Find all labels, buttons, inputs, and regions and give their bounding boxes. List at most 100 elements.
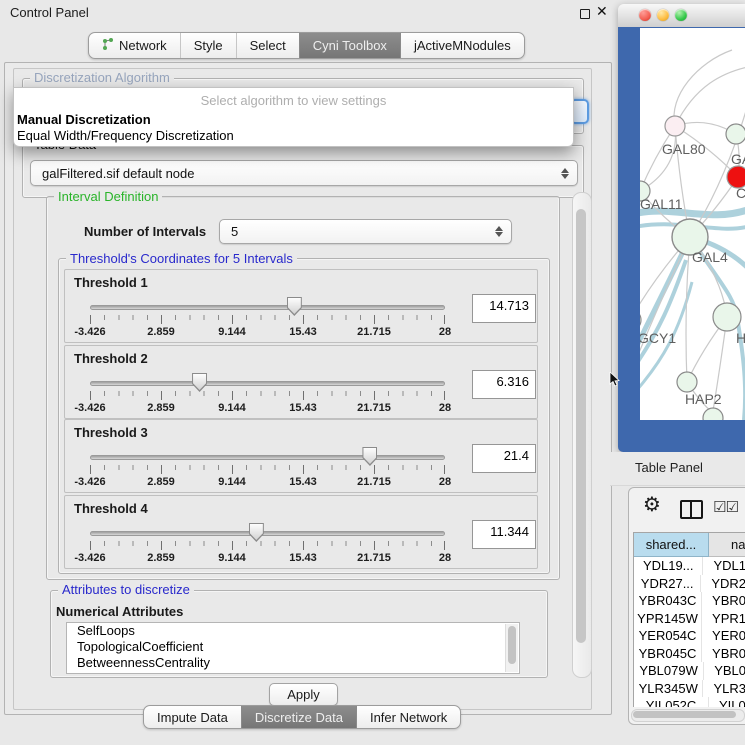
tab-jactivemnodules[interactable]: jActiveMNodules [400,33,524,58]
tab-select[interactable]: Select [236,33,299,58]
threshold-2-panel: Threshold 2 -3.4262.8599.14415.4321.7152… [64,345,538,419]
cyni-bottom-tabbar: Impute Data Discretize Data Infer Networ… [143,705,461,729]
slider-scale-labels: -3.4262.8599.14415.4321.71528 [90,326,445,338]
tab-discretize-data[interactable]: Discretize Data [241,706,356,728]
column-header-name[interactable]: na [709,533,745,557]
numerical-attributes-label: Numerical Attributes [56,604,183,619]
threshold-2-slider[interactable]: -3.4262.8599.14415.4321.71528 [90,372,445,414]
threshold-3-slider[interactable]: -3.4262.8599.14415.4321.71528 [90,446,445,488]
node-label-gcy1: GCY1 [640,330,676,346]
table-row[interactable]: YBL079WYBL0 [634,662,745,680]
slider-track[interactable] [90,531,445,536]
slider-major-ticks [90,391,445,400]
control-panel-titlebar: Control Panel ✕ [0,0,620,26]
node-hap2[interactable] [677,372,697,392]
slider-major-ticks [90,541,445,550]
checkbox-filter-icons[interactable]: ☑☑ [713,498,738,516]
threshold-3-panel: Threshold 3 -3.4262.8599.14415.4321.7152… [64,419,538,493]
table-row[interactable]: YBR043CYBR0 [634,592,745,610]
threshold-4-slider[interactable]: -3.4262.8599.14415.4321.71528 [90,522,445,564]
network-window-titlebar[interactable] [618,4,745,28]
panel-scrollbar-thumb[interactable] [576,209,586,643]
control-panel-title: Control Panel [10,5,89,20]
tab-infer-network[interactable]: Infer Network [356,706,460,728]
node-pink[interactable] [665,116,685,136]
algorithm-group-title: Discretization Algorithm [30,71,174,85]
table-row[interactable]: YPR145WYPR1 [634,610,745,628]
attributes-group-title: Attributes to discretize [58,583,194,597]
threshold-3-value-field[interactable]: 21.4 [472,444,536,473]
dropdown-placeholder-option[interactable]: Select algorithm to view settings [14,93,573,112]
tab-network[interactable]: Network [89,33,180,58]
combo-arrows-icon [558,168,572,179]
tab-impute-data[interactable]: Impute Data [144,706,241,728]
node-label-hap2: HAP2 [685,391,722,407]
slider-major-ticks [90,465,445,474]
slider-track[interactable] [90,381,445,386]
node-gcy1[interactable] [640,309,641,331]
network-canvas[interactable]: GAL80 GA C GAL11 GAL4 GCY1 H HAP2 [640,28,745,420]
slider-thumb[interactable] [287,297,302,316]
list-scrollbar[interactable] [505,624,518,672]
threshold-4-value-field[interactable]: 11.344 [472,520,536,549]
node-label-ga-partial: GA [731,151,745,167]
minimize-traffic-light-icon[interactable] [657,9,669,21]
gear-icon[interactable]: ⚙ [643,494,661,516]
table-row[interactable]: YBR045CYBR0 [634,645,745,663]
node-h[interactable] [713,303,741,331]
threshold-coordinates-title: Threshold's Coordinates for 5 Intervals [66,252,297,266]
table-panel-title: Table Panel [635,460,703,475]
dropdown-option-manual-discretization[interactable]: Manual Discretization [14,112,573,128]
network-graph: GAL80 GA C GAL11 GAL4 GCY1 H HAP2 [640,28,745,420]
table-row[interactable]: YIL052CYIL0 [634,697,745,707]
threshold-1-panel: Threshold 1 -3.4262.8599.14415.4321.7152… [64,269,538,343]
table-data-combobox[interactable]: galFiltered.sif default node [30,160,578,186]
column-layout-icon[interactable] [680,500,703,519]
close-icon[interactable]: ✕ [596,3,608,20]
slider-thumb[interactable] [362,447,377,466]
column-header-shared-name[interactable]: shared... [634,533,709,557]
table-row[interactable]: YDR27...YDR2 [634,575,745,593]
slider-track[interactable] [90,305,445,310]
close-traffic-light-icon[interactable] [639,9,651,21]
slider-thumb[interactable] [192,373,207,392]
slider-thumb[interactable] [249,523,264,542]
network-icon [102,37,114,54]
node-label-gal4: GAL4 [692,249,728,265]
list-item[interactable]: SelfLoops [67,623,519,639]
table-row[interactable]: YDL19...YDL1 [634,557,745,575]
slider-scale-labels: -3.4262.8599.14415.4321.71528 [90,402,445,414]
table-row[interactable]: YER054CYER0 [634,627,745,645]
slider-major-ticks [90,315,445,324]
slider-scale-labels: -3.4262.8599.14415.4321.71528 [90,476,445,488]
zoom-traffic-light-icon[interactable] [675,9,687,21]
node-green-topright[interactable] [726,124,745,144]
number-of-intervals-label: Number of Intervals [84,224,206,239]
table-horizontal-scrollbar[interactable] [631,709,745,722]
node-bottom-partial[interactable] [703,408,723,420]
table-body[interactable]: YDL19...YDL1 YDR27...YDR2 YBR043CYBR0 YP… [634,557,745,707]
dropdown-option-equal-width[interactable]: Equal Width/Frequency Discretization [14,128,573,144]
threshold-1-label: Threshold 1 [74,275,148,290]
threshold-3-label: Threshold 3 [74,425,148,440]
table-row[interactable]: YLR345WYLR3 [634,680,745,698]
numerical-attributes-list[interactable]: SelfLoops TopologicalCoefficient Between… [66,622,520,674]
threshold-2-value-field[interactable]: 6.316 [472,370,536,399]
threshold-1-slider[interactable]: -3.4262.8599.14415.4321.71528 [90,296,445,338]
list-scrollbar-thumb[interactable] [508,626,516,664]
float-window-icon[interactable] [580,9,590,19]
tab-cyni-toolbox[interactable]: Cyni Toolbox [299,33,400,58]
list-item[interactable]: BetweennessCentrality [67,655,519,671]
threshold-2-label: Threshold 2 [74,351,148,366]
node-attribute-table: shared... na YDL19...YDL1 YDR27...YDR2 Y… [633,532,745,707]
threshold-1-value-field[interactable]: 14.713 [472,294,536,323]
panel-vertical-scrollbar[interactable] [572,192,592,678]
table-scrollbar-thumb[interactable] [633,711,736,718]
node-label-h-partial: H [736,330,745,346]
slider-track[interactable] [90,455,445,460]
list-item[interactable]: TopologicalCoefficient [67,639,519,655]
mouse-cursor [609,372,621,388]
apply-button[interactable]: Apply [269,683,338,706]
number-of-intervals-combobox[interactable]: 5 [219,219,512,244]
tab-style[interactable]: Style [180,33,236,58]
